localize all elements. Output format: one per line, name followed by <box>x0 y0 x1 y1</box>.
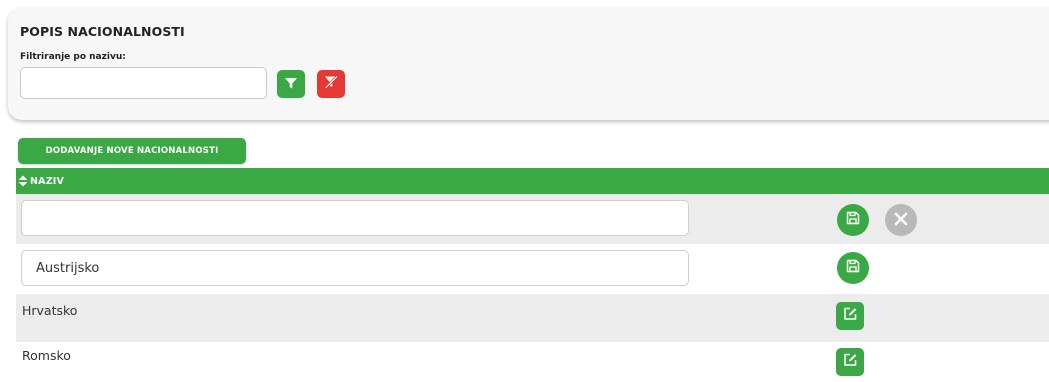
filter-clear-icon <box>323 74 339 94</box>
edit-name-input[interactable] <box>21 250 689 286</box>
nationality-name: Hrvatsko <box>22 303 78 318</box>
add-nationality-button[interactable]: DODAVANJE NOVE NACIONALNOSTI <box>18 138 246 164</box>
edit-button[interactable] <box>836 348 864 376</box>
filter-name-input[interactable] <box>20 67 267 99</box>
apply-filter-button[interactable] <box>277 70 305 98</box>
column-header-label: NAZIV <box>30 175 65 187</box>
filter-icon <box>284 75 298 94</box>
save-icon <box>845 258 861 278</box>
filter-panel: POPIS NACIONALNOSTI Filtriranje po naziv… <box>8 8 1049 120</box>
table-row: Romsko <box>16 342 1049 382</box>
new-name-input[interactable] <box>21 200 689 236</box>
save-button[interactable] <box>837 204 869 236</box>
close-icon <box>894 211 908 230</box>
page-title: POPIS NACIONALNOSTI <box>20 24 185 39</box>
cancel-button[interactable] <box>885 204 917 236</box>
clear-filter-button[interactable] <box>317 70 345 98</box>
nationality-name: Romsko <box>22 348 71 363</box>
table-row <box>16 244 1049 294</box>
edit-button[interactable] <box>836 302 864 330</box>
filter-label: Filtriranje po nazivu: <box>20 52 126 62</box>
column-header-naziv[interactable]: NAZIV <box>16 168 1049 194</box>
edit-icon <box>842 306 858 326</box>
sort-icon <box>18 175 28 187</box>
edit-icon <box>842 352 858 372</box>
save-icon <box>845 210 861 230</box>
table-row <box>16 194 1049 244</box>
save-button[interactable] <box>837 252 869 284</box>
table-row: Hrvatsko <box>16 294 1049 342</box>
